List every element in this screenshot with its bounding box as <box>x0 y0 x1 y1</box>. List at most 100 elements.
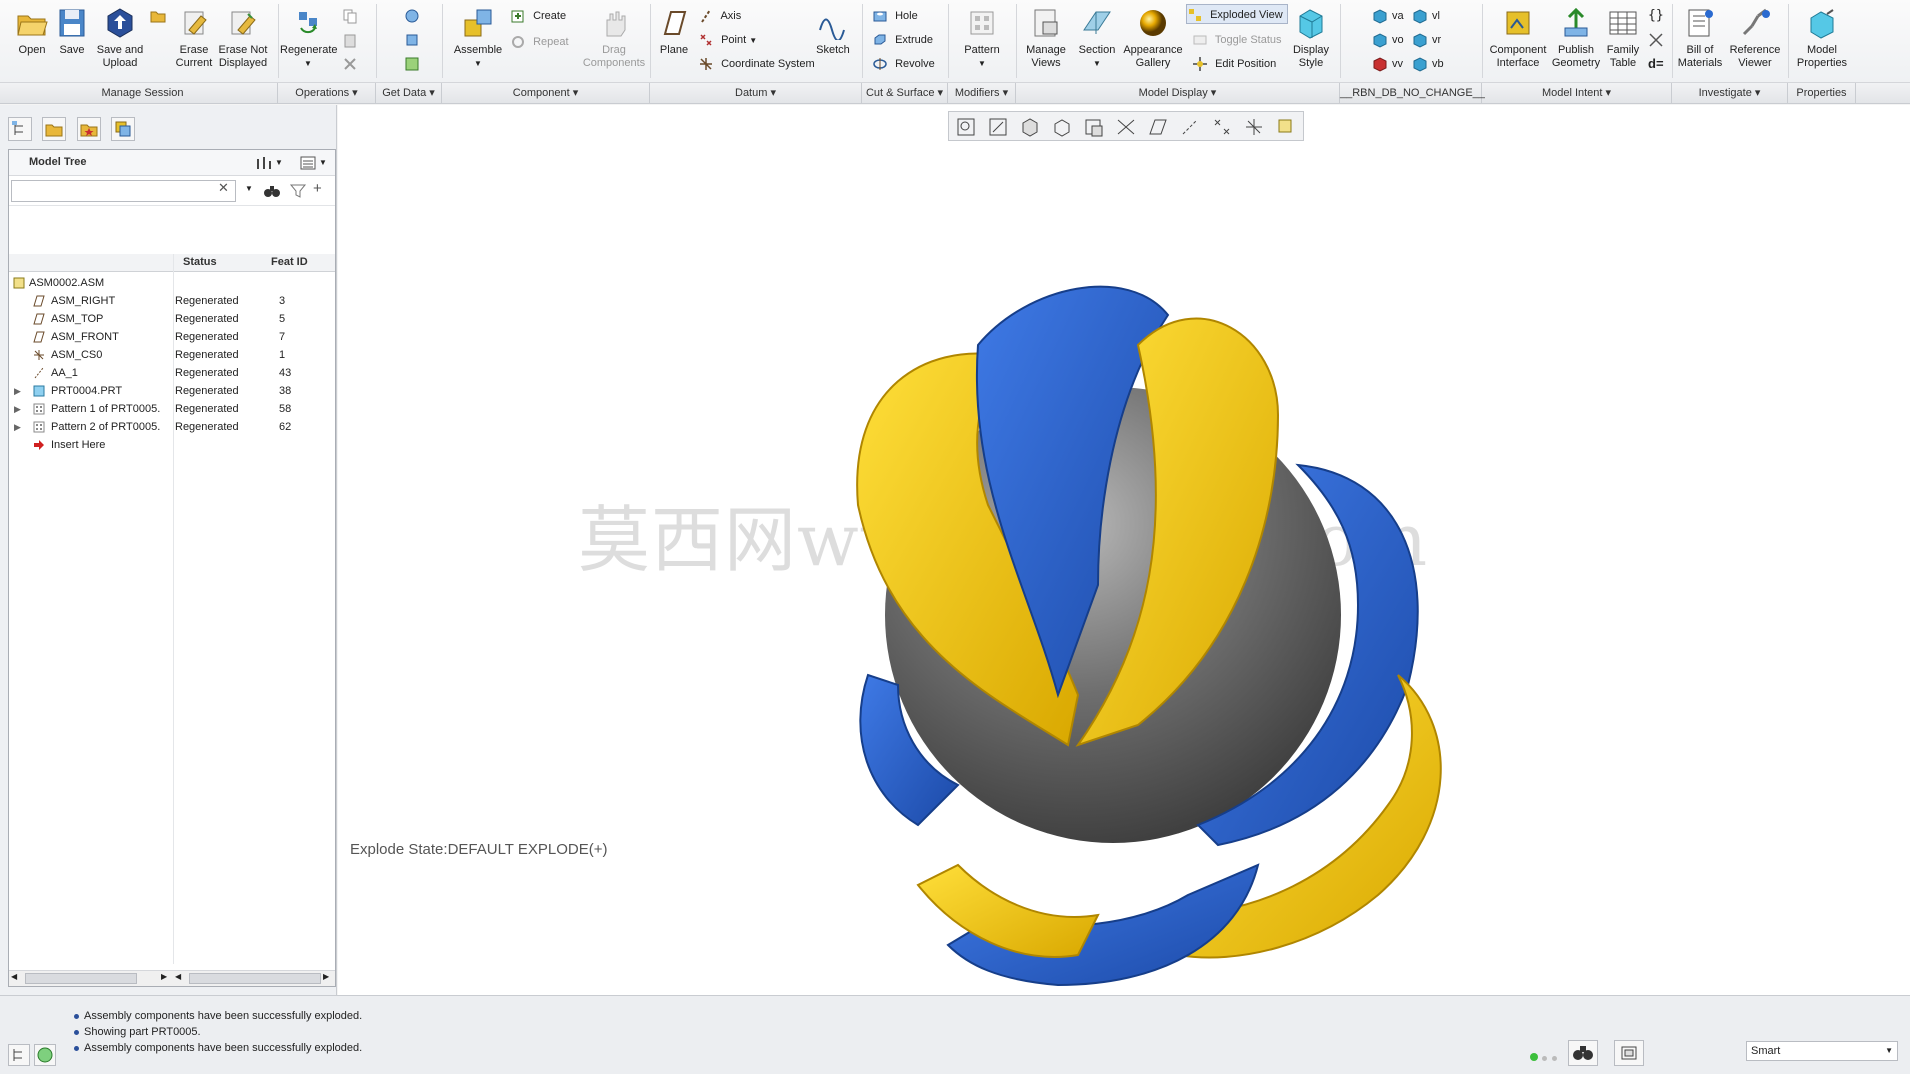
edit-position-button[interactable]: Edit Position <box>1192 54 1276 74</box>
close-icon[interactable]: ✕ <box>218 180 229 196</box>
plus-icon[interactable]: + <box>313 180 322 197</box>
view-manager-icon[interactable] <box>1083 116 1105 138</box>
extrude-button[interactable]: Extrude <box>872 30 933 50</box>
scroll-right-icon[interactable]: ▶ <box>161 972 167 981</box>
settings-tools-icon[interactable] <box>255 154 273 172</box>
tree-row-insert-here[interactable]: Insert Here <box>9 436 335 454</box>
repeat-button[interactable]: Repeat <box>510 32 569 52</box>
section-button[interactable]: Section ▼ <box>1072 4 1122 76</box>
scrollbar-thumb[interactable] <box>25 973 137 984</box>
parameters-button[interactable]: d= <box>1648 54 1664 74</box>
dropdown-arrow-icon[interactable]: ▼ <box>245 184 253 193</box>
relations-button[interactable]: {} <box>1648 6 1664 26</box>
plane-display-icon[interactable] <box>1147 116 1169 138</box>
assemble-button[interactable]: Assemble ▼ <box>450 4 506 76</box>
find-button[interactable] <box>1568 1040 1598 1066</box>
group-model-display[interactable]: Model Display ▾ <box>1016 83 1340 104</box>
view-vr-button[interactable]: vr <box>1412 30 1441 50</box>
revolve-button[interactable]: Revolve <box>872 54 935 74</box>
drag-components-button[interactable]: Drag Components <box>582 4 646 76</box>
graphics-window[interactable]: 莫西网www.3dmox.com <box>338 105 1910 995</box>
tree-row[interactable]: AA_1 Regenerated 43 <box>9 364 335 382</box>
axis-display-icon[interactable] <box>1179 116 1201 138</box>
view-vv-button[interactable]: vv <box>1372 54 1403 74</box>
show-navigator-button[interactable] <box>8 1044 30 1066</box>
tree-row[interactable]: ASM_FRONT Regenerated 7 <box>9 328 335 346</box>
selection-filter-dropdown[interactable]: Smart ▼ <box>1746 1041 1898 1061</box>
bill-of-materials-button[interactable]: Bill of Materials <box>1674 4 1726 76</box>
favorites-tab[interactable] <box>76 117 101 141</box>
get-data-button-3[interactable] <box>404 54 424 74</box>
regenerate-button[interactable]: Regenerate ▼ <box>280 4 338 76</box>
tree-row[interactable]: ASM_TOP Regenerated 5 <box>9 310 335 328</box>
saved-orientations-icon[interactable] <box>1051 116 1073 138</box>
plane-button[interactable]: Plane <box>652 4 696 76</box>
group-investigate[interactable]: Investigate ▾ <box>1672 83 1788 104</box>
hole-button[interactable]: Hole <box>872 6 918 26</box>
view-vl-button[interactable]: vl <box>1412 6 1440 26</box>
scroll-left-icon[interactable]: ◀ <box>11 972 17 981</box>
point-button[interactable]: Point ▼ <box>698 30 757 50</box>
family-table-button[interactable]: Family Table <box>1600 4 1646 76</box>
delete-button[interactable] <box>342 54 362 74</box>
model-properties-button[interactable]: Model Properties <box>1792 4 1852 76</box>
tree-row[interactable]: ASM_RIGHT Regenerated 3 <box>9 292 335 310</box>
view-va-button[interactable]: va <box>1372 6 1404 26</box>
tree-row[interactable]: ASM_CS0 Regenerated 1 <box>9 346 335 364</box>
axis-button[interactable]: Axis <box>698 6 741 26</box>
switch-dimensions-button[interactable] <box>1648 30 1668 50</box>
model-tree-tab[interactable] <box>8 117 32 141</box>
create-component-button[interactable]: Create <box>510 6 566 26</box>
group-component[interactable]: Component ▾ <box>442 83 650 104</box>
display-style-button[interactable]: Display Style <box>1282 4 1340 76</box>
show-browser-button[interactable] <box>34 1044 56 1066</box>
appearance-gallery-button[interactable]: Appearance Gallery <box>1122 4 1184 76</box>
erase-not-displayed-button[interactable]: Erase Not Displayed <box>214 4 272 76</box>
group-cut-surface[interactable]: Cut & Surface ▾ <box>862 83 948 104</box>
get-data-button-1[interactable] <box>404 6 424 26</box>
scroll-left-icon[interactable]: ◀ <box>175 972 181 981</box>
yellow-petal[interactable] <box>916 863 1100 958</box>
tree-search-input[interactable] <box>11 180 236 202</box>
dropdown-arrow-icon[interactable]: ▼ <box>275 154 293 172</box>
refit-icon[interactable] <box>955 116 977 138</box>
display-style-icon[interactable] <box>1019 116 1041 138</box>
horizontal-scrollbar[interactable]: ◀ ▶ ◀ ▶ <box>9 970 335 986</box>
tree-row[interactable]: ▶ Pattern 1 of PRT0005. Regenerated 58 <box>9 400 335 418</box>
manage-views-button[interactable]: Manage Views <box>1018 4 1074 76</box>
publish-geometry-button[interactable]: Publish Geometry <box>1548 4 1604 76</box>
group-operations[interactable]: Operations ▾ <box>278 83 376 104</box>
view-vo-button[interactable]: vo <box>1372 30 1404 50</box>
coordinate-system-button[interactable]: Coordinate System <box>698 54 815 74</box>
tree-row[interactable]: ▶ Pattern 2 of PRT0005. Regenerated 62 <box>9 418 335 436</box>
exploded-view-button[interactable]: Exploded View <box>1186 4 1288 24</box>
scrollbar-thumb[interactable] <box>189 973 321 984</box>
scroll-right-icon[interactable]: ▶ <box>323 972 329 981</box>
component-interface-button[interactable]: Component Interface <box>1486 4 1550 76</box>
selection-display-button[interactable] <box>1614 1040 1644 1066</box>
folder-browser-tab[interactable] <box>42 117 67 141</box>
annotation-display-icon[interactable] <box>1275 116 1297 138</box>
status-column-header[interactable]: Status <box>183 256 217 268</box>
group-datum[interactable]: Datum ▾ <box>650 83 862 104</box>
expand-arrow-icon[interactable]: ▶ <box>14 382 24 400</box>
sketch-button[interactable]: Sketch <box>808 4 858 76</box>
save-and-upload-button[interactable]: Save and Upload <box>90 4 150 76</box>
expand-arrow-icon[interactable]: ▶ <box>14 418 24 436</box>
show-list-icon[interactable] <box>299 154 317 172</box>
group-get-data[interactable]: Get Data ▾ <box>376 83 442 104</box>
pattern-button[interactable]: Pattern ▼ <box>954 4 1010 76</box>
toggle-status-button[interactable]: Toggle Status <box>1192 30 1282 50</box>
expand-arrow-icon[interactable]: ▶ <box>14 400 24 418</box>
binoculars-icon[interactable] <box>263 182 281 200</box>
group-modifiers[interactable]: Modifiers ▾ <box>948 83 1016 104</box>
point-display-icon[interactable] <box>1211 116 1233 138</box>
layer-tree-tab[interactable] <box>111 117 136 141</box>
feat-id-column-header[interactable]: Feat ID <box>271 256 308 268</box>
csys-display-icon[interactable] <box>1243 116 1265 138</box>
reference-viewer-button[interactable]: Reference Viewer <box>1726 4 1784 76</box>
paste-button[interactable] <box>342 30 362 50</box>
filter-icon[interactable] <box>289 182 307 200</box>
view-vb-button[interactable]: vb <box>1412 54 1444 74</box>
tree-row-root[interactable]: ASM0002.ASM <box>9 274 335 292</box>
